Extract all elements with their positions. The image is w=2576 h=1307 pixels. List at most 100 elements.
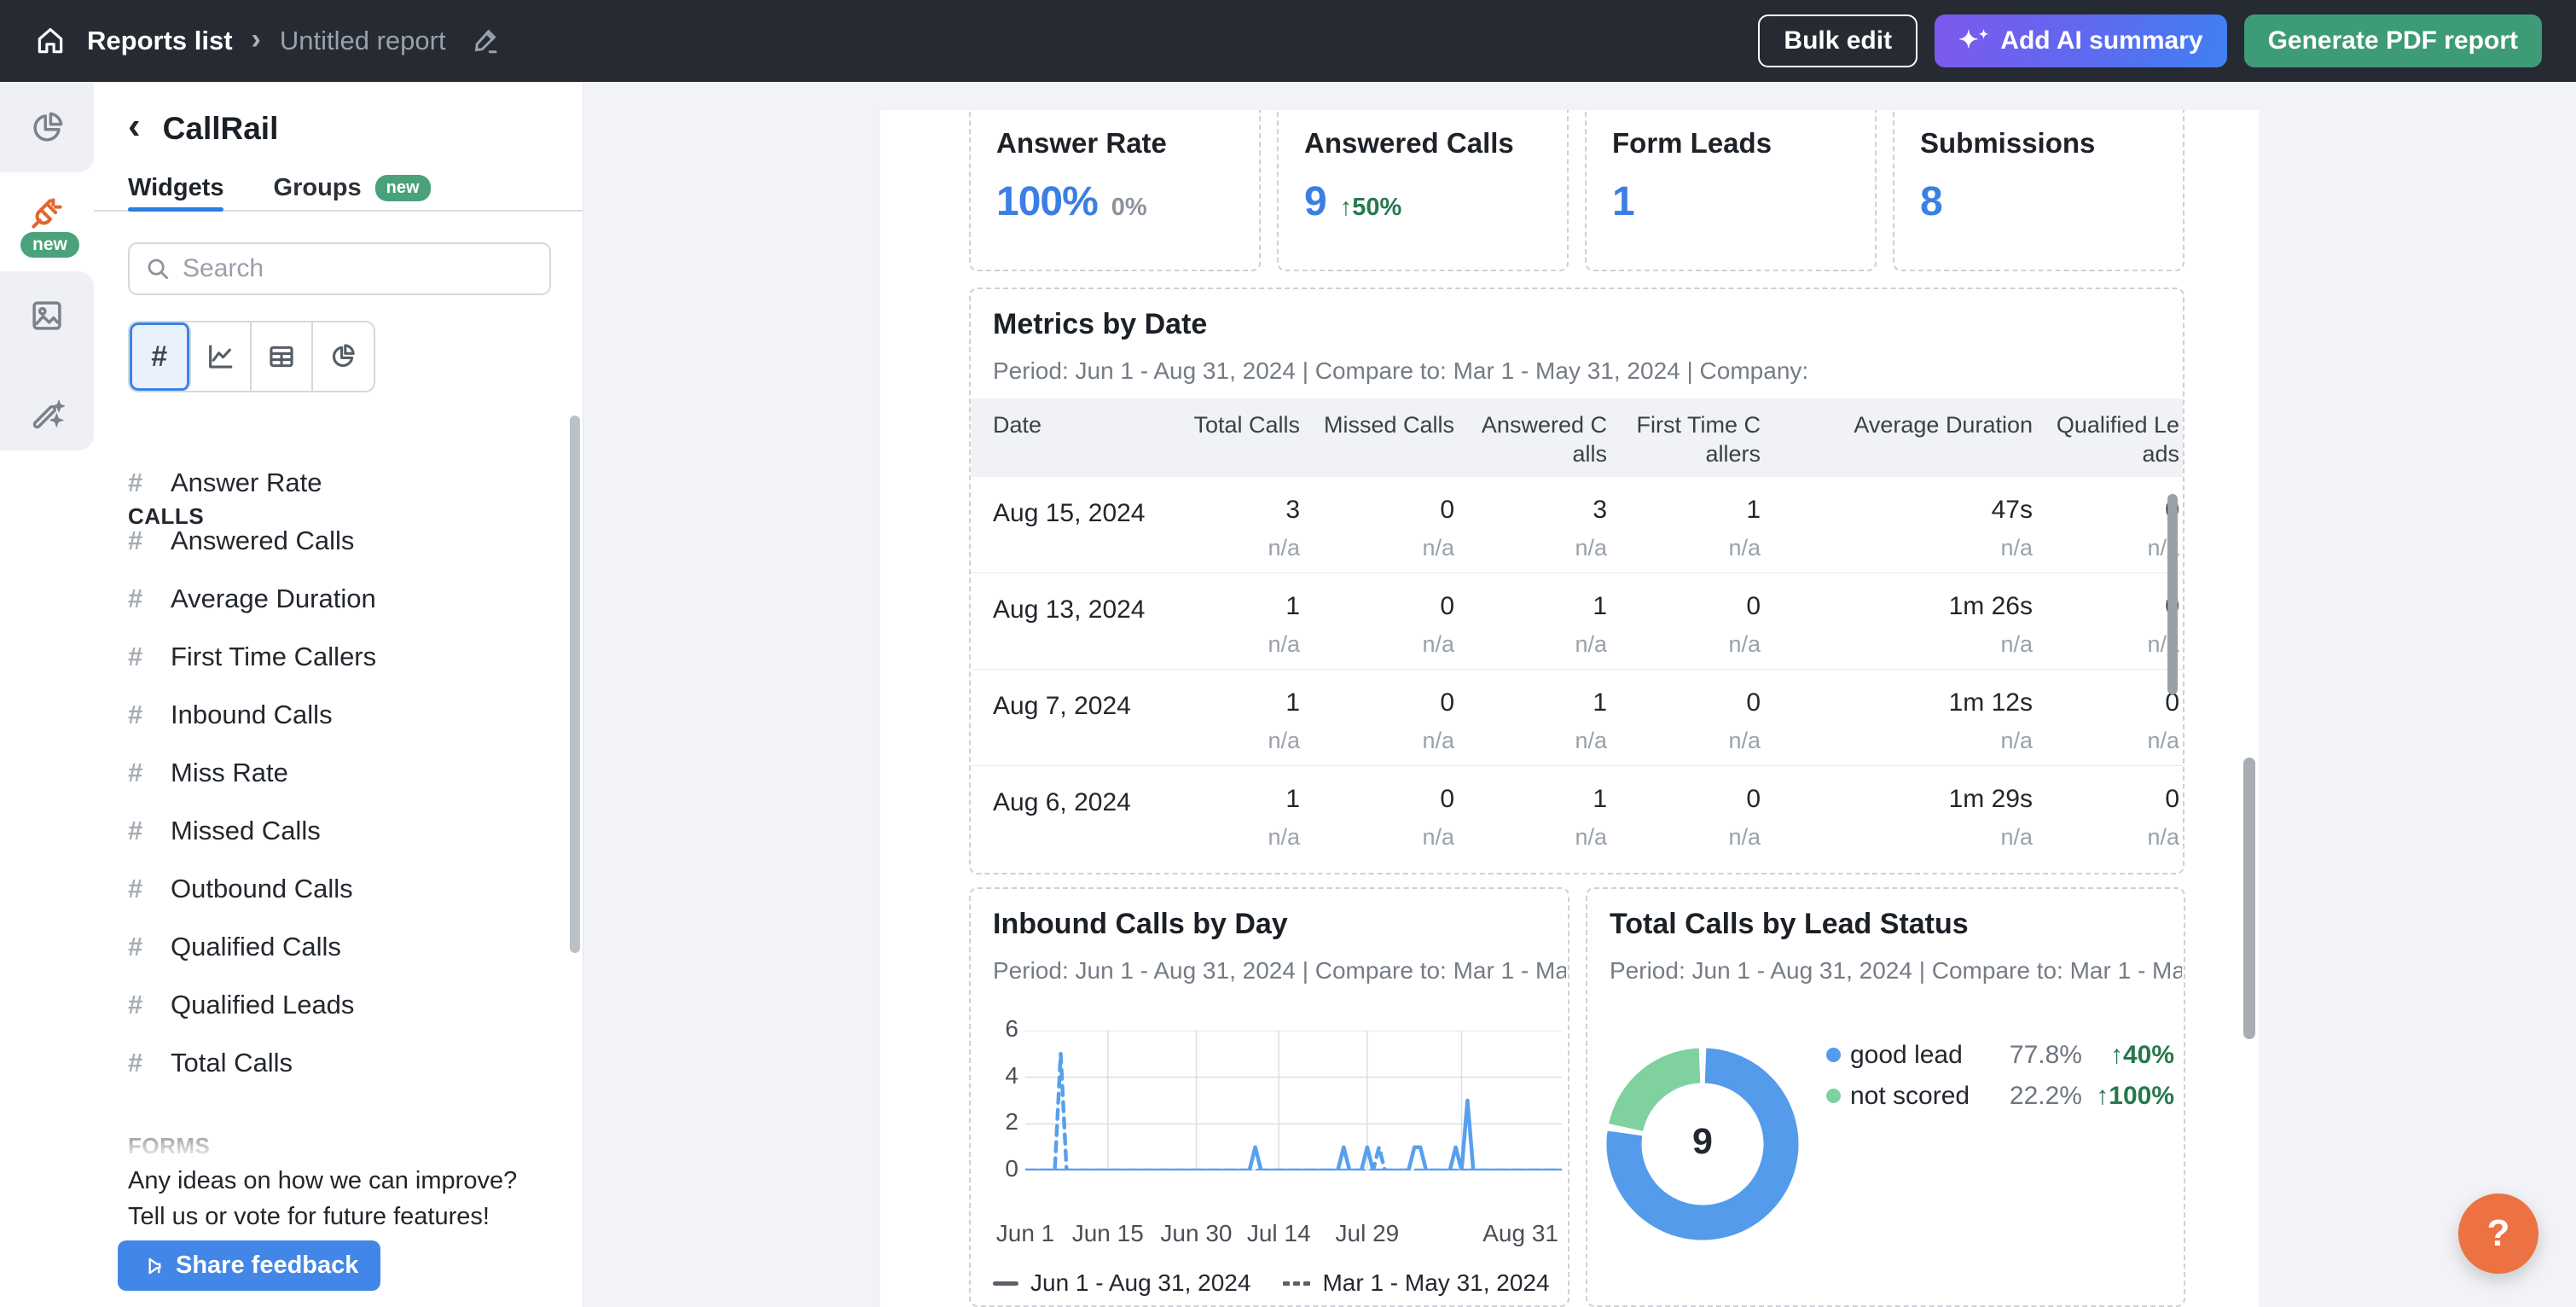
- report-canvas: Answer Rate100%0%Answered Calls9↑50%Form…: [880, 110, 2259, 1307]
- column-header: First Time Callers: [1564, 410, 1761, 468]
- sidebar-item-outbound-calls[interactable]: #Outbound Calls: [94, 860, 583, 918]
- sidebar-scrollbar[interactable]: [570, 415, 580, 953]
- x-tick-label: Jun 1: [996, 1220, 1055, 1247]
- legend-label: good lead: [1850, 1041, 1963, 1070]
- cell-value: 0: [2009, 688, 2179, 717]
- groups-new-badge: new: [375, 175, 431, 201]
- y-tick-label: 6: [979, 1015, 1018, 1043]
- cell-compare-value: n/a: [1284, 824, 1454, 851]
- cell-date: Aug 7, 2024: [993, 692, 1131, 721]
- sidebar-item-miss-rate[interactable]: #Miss Rate: [94, 744, 583, 802]
- cell-value: 47s: [1862, 496, 2033, 525]
- hash-icon: #: [128, 642, 148, 672]
- report-area: Answer Rate100%0%Answered Calls9↑50%Form…: [583, 82, 2576, 1307]
- chevron-right-icon: ›: [252, 23, 261, 56]
- cell-date: Aug 13, 2024: [993, 595, 1146, 624]
- cell-compare-value: n/a: [1436, 535, 1607, 561]
- breadcrumb-current-report: Untitled report: [280, 26, 446, 56]
- type-pie-chart-button[interactable]: [313, 322, 374, 391]
- cell-compare-value: n/a: [1862, 631, 2033, 658]
- back-chevron-icon[interactable]: ‹: [128, 111, 141, 142]
- type-line-chart-button[interactable]: [191, 322, 252, 391]
- search-input[interactable]: [183, 254, 524, 283]
- hash-icon: #: [128, 584, 148, 614]
- cell-compare-value: n/a: [1862, 824, 2033, 851]
- kpi-card-form-leads[interactable]: Form Leads1: [1585, 110, 1877, 271]
- sidebar-item-total-calls[interactable]: # Total Calls: [94, 1034, 583, 1092]
- hash-icon: #: [128, 1048, 148, 1078]
- cell-compare-value: n/a: [2009, 728, 2179, 754]
- sidebar-item-average-duration[interactable]: #Average Duration: [94, 570, 583, 628]
- image-icon[interactable]: [28, 297, 66, 334]
- widget-sidebar: ‹ CallRail Widgets Groups new #: [94, 82, 583, 1307]
- add-ai-summary-button[interactable]: ✦✦ Add AI summary: [1935, 15, 2226, 67]
- widget-period: Period: Jun 1 - Aug 31, 2024 | Compare t…: [1610, 957, 2182, 985]
- home-icon[interactable]: [34, 24, 68, 58]
- cell-value: 0: [1284, 592, 1454, 621]
- metrics-by-date-widget[interactable]: Metrics by Date Period: Jun 1 - Aug 31, …: [969, 288, 2184, 874]
- kpi-card-submissions[interactable]: Submissions8: [1893, 110, 2184, 271]
- integrations-plug-icon[interactable]: [28, 195, 66, 232]
- kpi-value: 1: [1612, 178, 1634, 225]
- type-number-button[interactable]: #: [130, 322, 191, 391]
- widget-title: Total Calls by Lead Status: [1610, 908, 1969, 941]
- cell-value: 1: [1129, 592, 1300, 621]
- table-scrollbar[interactable]: [2167, 494, 2178, 694]
- active-tab-underline: [128, 207, 223, 212]
- magic-wand-icon[interactable]: [28, 396, 66, 433]
- cell-value: 0: [1590, 592, 1761, 621]
- cell-value: 0: [1284, 688, 1454, 717]
- cell-compare-value: n/a: [1590, 535, 1761, 561]
- widgets-pie-icon[interactable]: [28, 109, 66, 147]
- y-tick-label: 0: [979, 1155, 1018, 1182]
- widget-title: Inbound Calls by Day: [993, 908, 1288, 941]
- share-feedback-button[interactable]: Share feedback: [118, 1240, 380, 1291]
- hash-icon: #: [128, 874, 148, 904]
- hash-icon: #: [128, 816, 148, 846]
- search-icon: [145, 256, 171, 282]
- widget-period: Period: Jun 1 - Aug 31, 2024 | Compare t…: [993, 957, 1566, 985]
- kpi-title: Submissions: [1920, 127, 2157, 160]
- sidebar-item-answer-rate[interactable]: #Answer Rate: [94, 454, 583, 512]
- cell-value: 1: [1436, 785, 1607, 814]
- tab-groups[interactable]: Groups new: [274, 174, 431, 202]
- hash-icon: #: [128, 990, 148, 1020]
- x-tick-label: Aug 31: [1482, 1220, 1558, 1247]
- inbound-calls-by-day-widget[interactable]: Inbound Calls by Day Period: Jun 1 - Aug…: [969, 887, 1569, 1307]
- kpi-card-answered-calls[interactable]: Answered Calls9↑50%: [1277, 110, 1569, 271]
- edit-pencil-icon[interactable]: [470, 26, 501, 56]
- donut-center-value: 9: [1651, 1121, 1754, 1163]
- kpi-title: Answered Calls: [1304, 127, 1541, 160]
- sidebar-item-qualified-leads[interactable]: #Qualified Leads: [94, 976, 583, 1034]
- cell-compare-value: n/a: [1129, 535, 1300, 561]
- cell-value: 1: [1129, 785, 1300, 814]
- kpi-value: 100%: [996, 178, 1098, 225]
- sidebar-item-inbound-calls[interactable]: #Inbound Calls: [94, 686, 583, 744]
- tab-widgets[interactable]: Widgets: [128, 174, 224, 202]
- solid-line-icon: [993, 1281, 1018, 1286]
- sidebar-item-first-time-callers[interactable]: #First Time Callers: [94, 628, 583, 686]
- canvas-scrollbar[interactable]: [2243, 758, 2255, 1039]
- cell-value: 1m 26s: [1862, 592, 2033, 621]
- bulk-edit-button[interactable]: Bulk edit: [1758, 15, 1917, 67]
- sidebar-item-qualified-calls[interactable]: #Qualified Calls: [94, 918, 583, 976]
- y-tick-label: 4: [979, 1062, 1018, 1089]
- breadcrumb-reports-list[interactable]: Reports list: [87, 26, 233, 56]
- generate-pdf-button[interactable]: Generate PDF report: [2244, 15, 2542, 67]
- sidebar-item-label: Inbound Calls: [171, 700, 333, 730]
- breadcrumb: Reports list › Untitled report: [34, 24, 501, 58]
- hash-icon: #: [128, 526, 148, 556]
- kpi-card-answer-rate[interactable]: Answer Rate100%0%: [969, 110, 1261, 271]
- cell-date: Aug 15, 2024: [993, 499, 1146, 528]
- widget-period: Period: Jun 1 - Aug 31, 2024 | Compare t…: [993, 357, 2181, 385]
- sidebar-item-answered-calls[interactable]: # Answered Calls: [94, 512, 583, 570]
- sidebar-item-label: Total Calls: [171, 1048, 293, 1078]
- type-table-button[interactable]: [252, 322, 313, 391]
- cell-compare-value: n/a: [1129, 824, 1300, 851]
- cell-compare-value: n/a: [1129, 631, 1300, 658]
- total-calls-by-lead-status-widget[interactable]: Total Calls by Lead Status Period: Jun 1…: [1586, 887, 2185, 1307]
- sidebar-item-missed-calls[interactable]: #Missed Calls: [94, 802, 583, 860]
- sidebar-item-label: Answered Calls: [171, 526, 354, 556]
- x-tick-label: Jun 30: [1160, 1220, 1232, 1247]
- help-button[interactable]: ?: [2458, 1194, 2538, 1274]
